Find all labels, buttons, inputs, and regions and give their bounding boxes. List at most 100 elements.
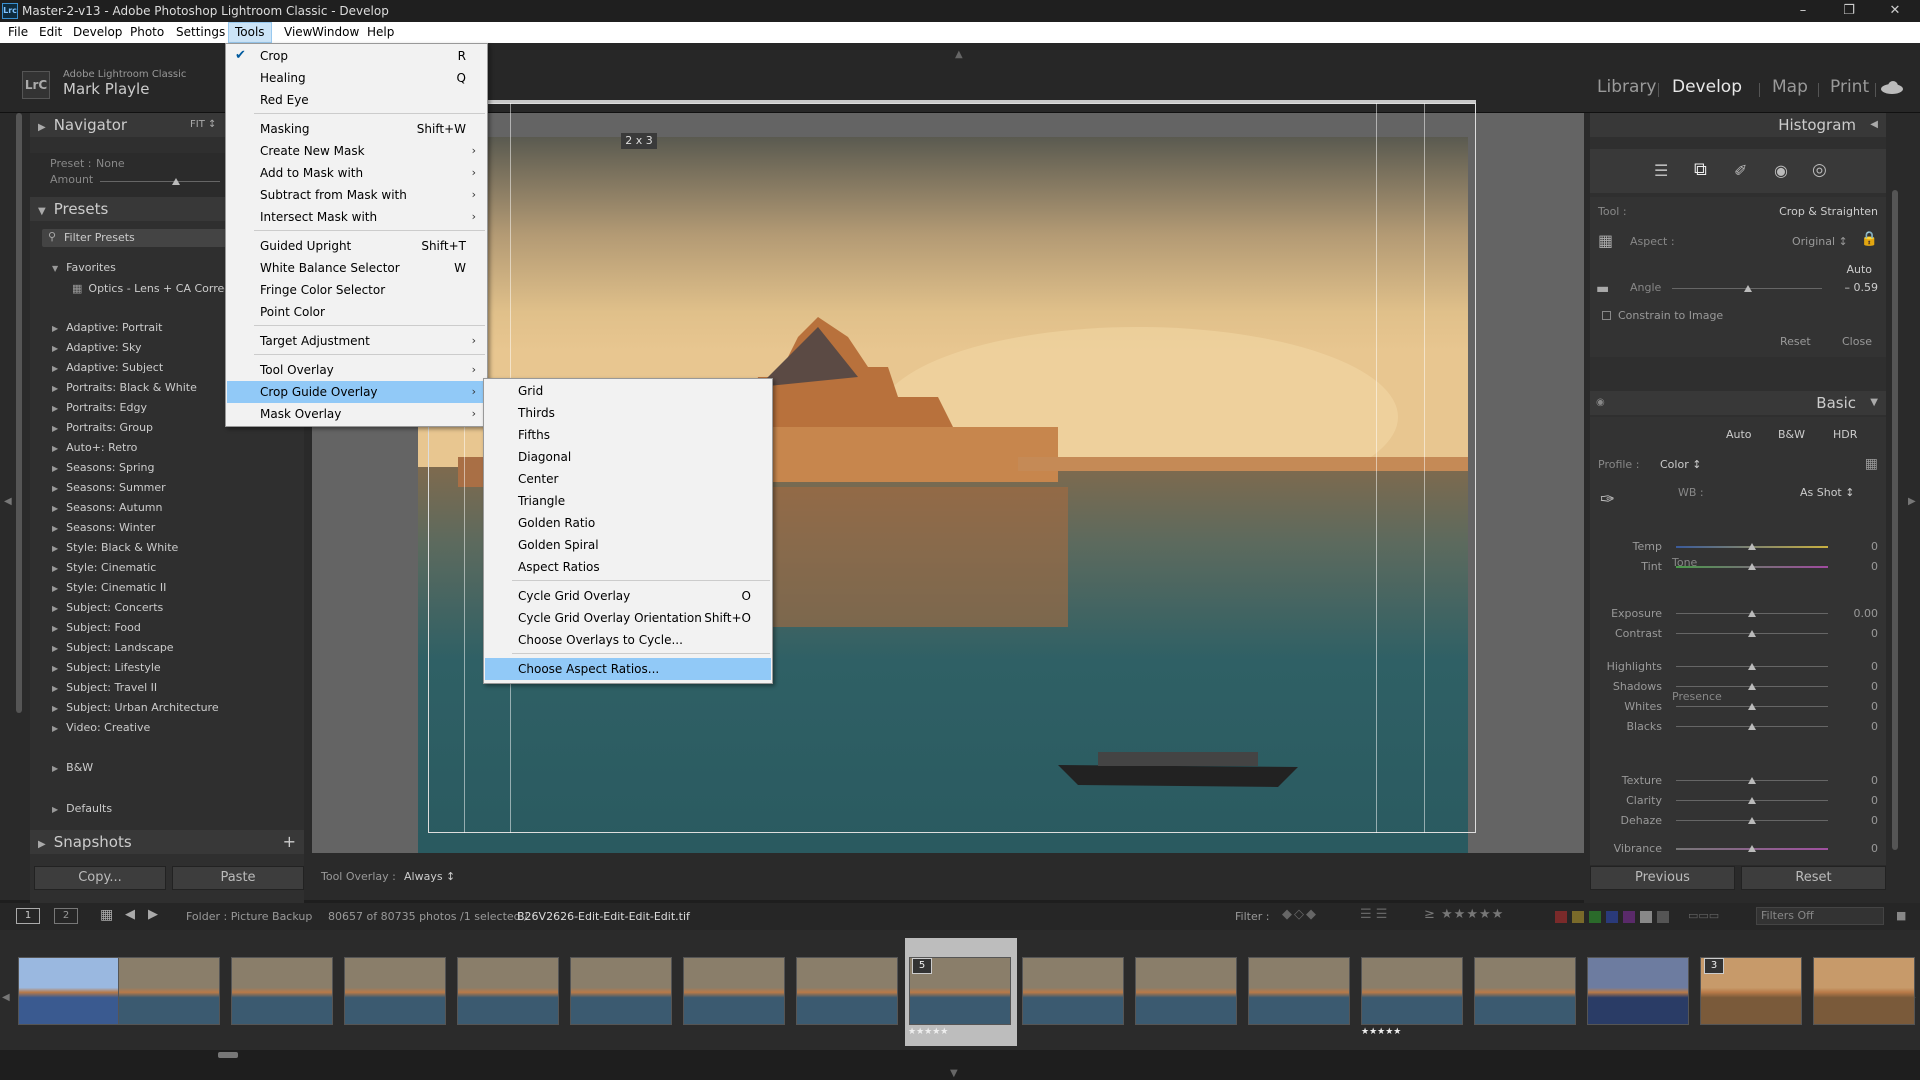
menu-item-mask-overlay[interactable]: Mask Overlay › — [227, 403, 486, 425]
menu-item-guided-upright[interactable]: Guided Upright Shift+T — [227, 235, 486, 257]
filename[interactable]: B26V2626-Edit-Edit-Edit-Edit.tif — [517, 910, 690, 923]
left-scrollbar[interactable] — [16, 113, 22, 713]
red-eye-icon[interactable]: ◉ — [1774, 161, 1788, 180]
collapse-left-icon[interactable]: ◀ — [4, 496, 12, 507]
rating-filter-icon[interactable]: ≥ ★★★★★ — [1424, 907, 1504, 922]
red-label-filter[interactable] — [1555, 911, 1567, 923]
healing-icon[interactable]: ✐ — [1734, 161, 1747, 180]
menu-item-cycle-grid-overlay-orientation[interactable]: Cycle Grid Overlay Orientation Shift+O — [485, 607, 771, 629]
menu-item-choose-aspect-ratios[interactable]: Choose Aspect Ratios... — [485, 658, 771, 680]
menu-item-choose-overlays-to-cycle[interactable]: Choose Overlays to Cycle... — [485, 629, 771, 651]
menu-item-golden-ratio[interactable]: Golden Ratio — [485, 512, 771, 534]
preset-group-seasons-winter[interactable]: ▶ Seasons: Winter — [52, 521, 155, 534]
menu-item-create-new-mask[interactable]: Create New Mask › — [227, 140, 486, 162]
blue-label-filter[interactable] — [1606, 911, 1618, 923]
profile-browser-icon[interactable]: ▦ — [1865, 456, 1878, 472]
kind-filter-icon[interactable]: ▭▭▭ — [1688, 909, 1719, 922]
crop-close-button[interactable]: Close — [1842, 335, 1872, 348]
eye-icon[interactable]: ◉ — [1596, 391, 1605, 415]
slider-clarity[interactable] — [1748, 797, 1756, 804]
preset-group-portraits-group[interactable]: ▶ Portraits: Group — [52, 421, 153, 434]
folder-source[interactable]: Folder : Picture Backup — [186, 910, 312, 923]
crop-reset-button[interactable]: Reset — [1780, 335, 1811, 348]
slider-value-exposure[interactable]: 0.00 — [1838, 607, 1879, 620]
filmstrip-thumbnail[interactable] — [1813, 957, 1915, 1025]
slider-value-blacks[interactable]: 0 — [1838, 720, 1878, 733]
paste-button[interactable]: Paste — [172, 866, 304, 890]
minimize-icon[interactable]: – — [1780, 0, 1826, 22]
module-map[interactable]: Map — [1772, 77, 1808, 97]
menu-item-aspect-ratios[interactable]: Aspect Ratios — [485, 556, 771, 578]
preset-group-video-creative[interactable]: ▶ Video: Creative — [52, 721, 150, 734]
slider-value-whites[interactable]: 0 — [1838, 700, 1878, 713]
menu-item-cycle-grid-overlay[interactable]: Cycle Grid Overlay O — [485, 585, 771, 607]
collapse-top-icon[interactable]: ▲ — [955, 49, 963, 60]
straighten-tool-icon[interactable]: ▬ — [1596, 281, 1609, 297]
crop-tool-icon[interactable]: ⧉ — [1694, 159, 1707, 180]
slider-value-highlights[interactable]: 0 — [1838, 660, 1878, 673]
slider-whites[interactable] — [1748, 703, 1756, 710]
preset-group-adaptive-sky[interactable]: ▶ Adaptive: Sky — [52, 341, 142, 354]
menu-item-fringe-color-selector[interactable]: Fringe Color Selector — [227, 279, 486, 301]
preset-group-subject-lifestyle[interactable]: ▶ Subject: Lifestyle — [52, 661, 161, 674]
menu-window[interactable]: Window — [306, 22, 365, 43]
filter-lock-icon[interactable]: ■ — [1896, 909, 1906, 922]
lock-icon[interactable]: 🔒 — [1861, 231, 1878, 247]
crop-top-edge[interactable] — [418, 100, 1476, 103]
cloud-icon[interactable] — [1880, 79, 1904, 94]
edit-filter-icon[interactable]: ☰ ☰ — [1360, 907, 1387, 922]
close-icon[interactable]: ✕ — [1872, 0, 1918, 22]
filmstrip-thumbnail[interactable] — [118, 957, 220, 1025]
menu-item-subtract-from-mask-with[interactable]: Subtract from Mask with › — [227, 184, 486, 206]
menu-item-white-balance-selector[interactable]: White Balance Selector W — [227, 257, 486, 279]
menu-item-diagonal[interactable]: Diagonal — [485, 446, 771, 468]
filmstrip-thumbnail[interactable] — [231, 957, 333, 1025]
menu-item-grid[interactable]: Grid — [485, 380, 771, 402]
second-window-button[interactable]: 2 — [54, 908, 78, 924]
menu-item-fifths[interactable]: Fifths — [485, 424, 771, 446]
aspect-dropdown[interactable]: Original ↕ — [1792, 235, 1848, 248]
slider-value-texture[interactable]: 0 — [1838, 774, 1878, 787]
filmstrip-thumbnail[interactable] — [570, 957, 672, 1025]
preset-group-seasons-spring[interactable]: ▶ Seasons: Spring — [52, 461, 155, 474]
slider-exposure[interactable] — [1748, 610, 1756, 617]
filmstrip-thumbnail[interactable] — [1248, 957, 1350, 1025]
basic-hdr-button[interactable]: HDR — [1833, 428, 1857, 441]
angle-slider[interactable] — [1744, 285, 1752, 292]
filmstrip-thumbnail[interactable] — [1361, 957, 1463, 1025]
filmstrip-thumbnail[interactable] — [1474, 957, 1576, 1025]
slider-value-contrast[interactable]: 0 — [1838, 627, 1878, 640]
menu-edit[interactable]: Edit — [33, 22, 68, 43]
angle-auto-button[interactable]: Auto — [1846, 263, 1872, 276]
preset-group-seasons-summer[interactable]: ▶ Seasons: Summer — [52, 481, 166, 494]
slider-blacks[interactable] — [1748, 723, 1756, 730]
module-develop[interactable]: Develop — [1672, 77, 1742, 97]
preset-group-subject-urban-architecture[interactable]: ▶ Subject: Urban Architecture — [52, 701, 219, 714]
filmstrip-thumbnail[interactable] — [1135, 957, 1237, 1025]
slider-value-dehaze[interactable]: 0 — [1838, 814, 1878, 827]
wb-eyedropper-icon[interactable]: ✑ — [1600, 489, 1615, 510]
filmstrip-left-arrow-icon[interactable]: ◀ — [2, 992, 10, 1003]
filmstrip-thumbnail[interactable] — [796, 957, 898, 1025]
masking-icon[interactable]: ◎ — [1812, 160, 1827, 180]
edit-sliders-icon[interactable]: ☰ — [1654, 161, 1668, 180]
preset-group-portraits-edgy[interactable]: ▶ Portraits: Edgy — [52, 401, 147, 414]
slider-value-shadows[interactable]: 0 — [1838, 680, 1878, 693]
slider-texture[interactable] — [1748, 777, 1756, 784]
preset-group-subject-concerts[interactable]: ▶ Subject: Concerts — [52, 601, 163, 614]
purple-label-filter[interactable] — [1623, 911, 1635, 923]
preset-group-seasons-autumn[interactable]: ▶ Seasons: Autumn — [52, 501, 162, 514]
menu-item-crop-guide-overlay[interactable]: Crop Guide Overlay › — [227, 381, 486, 403]
collapse-right-icon[interactable]: ▶ — [1908, 496, 1916, 507]
filmstrip-thumbnail[interactable] — [1587, 957, 1689, 1025]
constrain-checkbox[interactable] — [1602, 311, 1611, 320]
no-label-filter[interactable] — [1657, 911, 1669, 923]
menu-settings[interactable]: Settings — [170, 22, 231, 43]
right-scrollbar[interactable] — [1892, 190, 1898, 850]
preset-group-portraits-black-white[interactable]: ▶ Portraits: Black & White — [52, 381, 197, 394]
filmstrip-thumbnail[interactable] — [457, 957, 559, 1025]
module-print[interactable]: Print — [1830, 77, 1869, 97]
filmstrip-thumbnail[interactable] — [18, 957, 120, 1025]
custom-label-filter[interactable] — [1640, 911, 1652, 923]
slider-value-vibrance[interactable]: 0 — [1838, 842, 1878, 855]
